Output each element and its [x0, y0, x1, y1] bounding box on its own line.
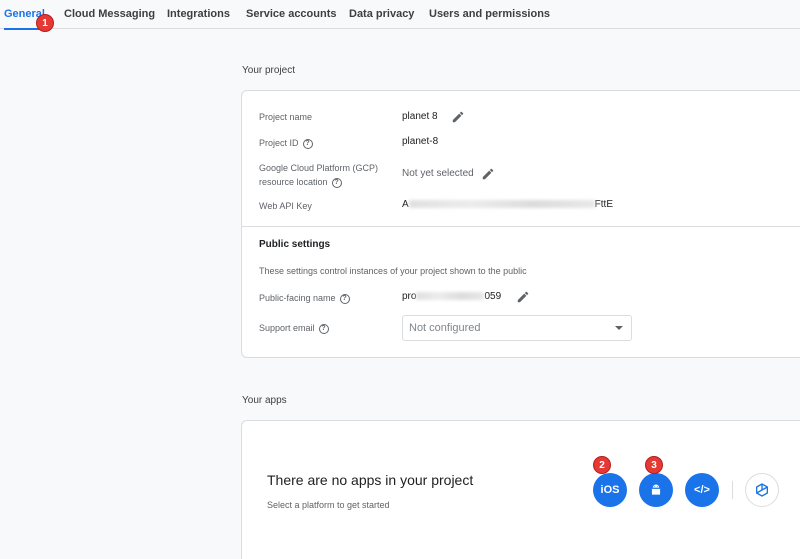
public-name-suffix: 059 — [484, 291, 502, 302]
public-name-value: pro 059 — [402, 291, 501, 302]
unity-icon — [756, 483, 768, 497]
no-apps-subtitle: Select a platform to get started — [267, 500, 390, 510]
android-icon — [651, 484, 661, 495]
help-icon[interactable]: ? — [318, 323, 329, 334]
apps-card: There are no apps in your project Select… — [241, 420, 800, 559]
gcp-location-label-line2: resource location — [259, 177, 328, 187]
divider — [242, 226, 800, 227]
annotation-badge-3: 3 — [645, 456, 663, 474]
tab-service-accounts[interactable]: Service accounts — [246, 0, 337, 29]
gcp-location-label: Google Cloud Platform (GCP) resource loc… — [259, 162, 378, 188]
add-ios-app-button[interactable]: iOS — [593, 473, 627, 507]
tab-cloud-messaging[interactable]: Cloud Messaging — [64, 0, 155, 29]
support-email-label-row: Support email? — [259, 322, 329, 334]
public-name-label-row: Public-facing name? — [259, 292, 350, 304]
your-apps-heading: Your apps — [242, 395, 287, 406]
help-icon[interactable]: ? — [331, 177, 342, 188]
ios-icon: iOS — [600, 484, 620, 496]
project-id-value: planet-8 — [402, 136, 439, 147]
web-api-key-label: Web API Key — [259, 201, 312, 211]
help-icon[interactable]: ? — [339, 293, 350, 304]
add-unity-app-button[interactable] — [745, 473, 779, 507]
tab-bar: General Cloud Messaging Integrations Ser… — [0, 0, 800, 30]
public-name-prefix: pro — [402, 291, 417, 302]
project-name-label: Project name — [259, 112, 313, 122]
project-id-label: Project ID — [259, 138, 299, 148]
tab-integrations[interactable]: Integrations — [167, 0, 230, 29]
add-android-app-button[interactable] — [639, 473, 673, 507]
support-email-select[interactable]: Not configured — [402, 315, 632, 341]
edit-public-name-icon[interactable] — [516, 290, 530, 304]
support-email-label: Support email — [259, 323, 315, 333]
public-settings-heading: Public settings — [259, 239, 331, 250]
web-api-key-suffix: FttE — [594, 199, 614, 210]
project-name-value: planet 8 — [402, 111, 438, 122]
your-project-heading: Your project — [242, 65, 295, 76]
redacted-blur — [416, 292, 485, 301]
divider — [732, 481, 733, 499]
project-card: Project name planet 8 Project ID? planet… — [241, 90, 800, 358]
edit-project-name-icon[interactable] — [451, 110, 465, 124]
help-icon[interactable]: ? — [302, 138, 313, 149]
annotation-badge-1: 1 — [36, 14, 54, 32]
edit-gcp-location-icon[interactable] — [481, 167, 495, 181]
public-settings-hint: These settings control instances of your… — [259, 266, 527, 276]
add-web-app-button[interactable]: </> — [685, 473, 719, 507]
project-id-label-row: Project ID? — [259, 137, 313, 149]
redacted-blur — [408, 200, 595, 209]
gcp-location-label-line1: Google Cloud Platform (GCP) — [259, 163, 379, 173]
dropdown-caret-icon — [615, 326, 623, 330]
public-name-label: Public-facing name — [259, 293, 336, 303]
web-api-key-prefix: A — [402, 199, 409, 210]
web-api-key-value: A FttE — [402, 199, 613, 210]
code-icon: </> — [694, 484, 710, 496]
gcp-location-value: Not yet selected — [402, 168, 474, 179]
tab-data-privacy[interactable]: Data privacy — [349, 0, 414, 29]
no-apps-title: There are no apps in your project — [267, 472, 474, 488]
tab-users-and-permissions[interactable]: Users and permissions — [429, 0, 550, 29]
gcp-location-label-line2-row: resource location? — [259, 176, 378, 188]
support-email-placeholder: Not configured — [409, 322, 481, 334]
annotation-badge-2: 2 — [593, 456, 611, 474]
